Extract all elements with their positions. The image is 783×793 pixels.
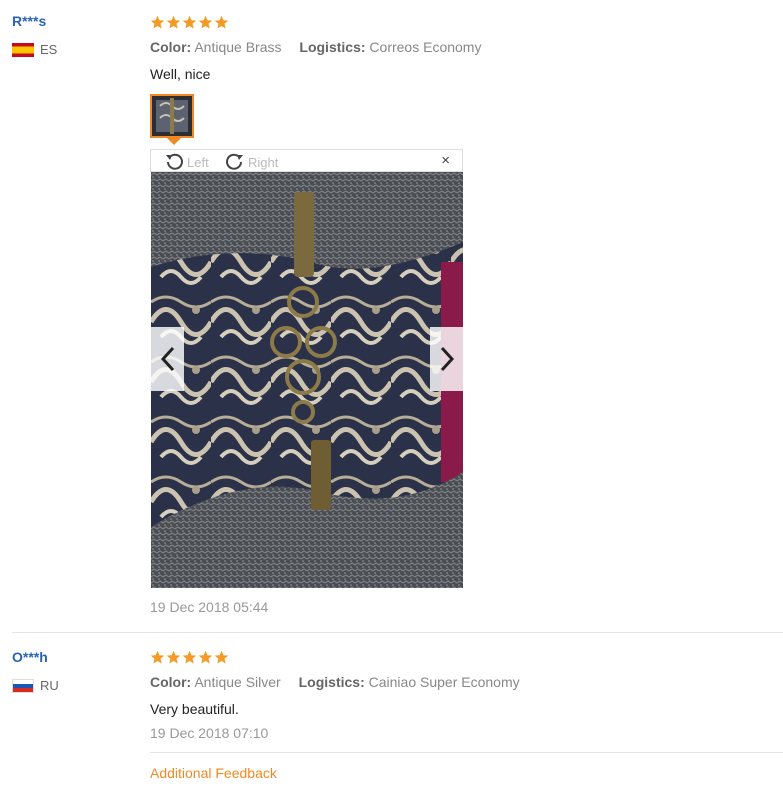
rotate-right-button[interactable]: Right bbox=[223, 152, 278, 172]
star-icon bbox=[214, 650, 229, 664]
review-photo-thumbnail[interactable] bbox=[150, 94, 194, 138]
spain-flag-icon bbox=[12, 42, 34, 57]
close-icon[interactable]: × bbox=[441, 152, 450, 169]
product-attributes: Color: Antique Silver Logistics: Cainiao… bbox=[150, 674, 520, 690]
star-icon bbox=[182, 15, 197, 29]
star-rating bbox=[150, 15, 229, 30]
chevron-right-icon bbox=[440, 346, 454, 372]
rotate-left-label: Left bbox=[187, 154, 209, 170]
logistics-value: Cainiao Super Economy bbox=[368, 674, 520, 690]
chevron-left-icon bbox=[160, 346, 174, 372]
feedback-divider bbox=[150, 752, 783, 753]
star-icon bbox=[150, 650, 165, 664]
review-text: Very beautiful. bbox=[150, 701, 239, 717]
russia-flag-icon bbox=[12, 678, 34, 693]
star-rating bbox=[150, 650, 229, 665]
country-code: ES bbox=[40, 42, 58, 57]
review-date: 19 Dec 2018 07:10 bbox=[150, 725, 269, 741]
color-label: Color: bbox=[150, 39, 192, 55]
review-divider bbox=[12, 632, 783, 633]
star-icon bbox=[198, 15, 213, 29]
star-icon bbox=[166, 15, 181, 29]
product-attributes: Color: Antique Brass Logistics: Correos … bbox=[150, 39, 481, 55]
review-date: 19 Dec 2018 05:44 bbox=[150, 599, 269, 615]
thumbnail-pointer bbox=[167, 138, 181, 145]
review-photo bbox=[151, 172, 463, 588]
next-image-button[interactable] bbox=[430, 327, 463, 391]
logistics-label: Logistics: bbox=[298, 674, 365, 690]
color-value: Antique Silver bbox=[194, 674, 281, 690]
reviewer-name[interactable]: R***s bbox=[12, 13, 46, 29]
logistics-label: Logistics: bbox=[299, 39, 366, 55]
color-label: Color: bbox=[150, 674, 192, 690]
star-icon bbox=[182, 650, 197, 664]
reviewer-country: ES bbox=[12, 42, 57, 57]
reviewer-name[interactable]: O***h bbox=[12, 649, 48, 665]
star-icon bbox=[214, 15, 229, 29]
rotate-right-label: Right bbox=[248, 154, 279, 170]
color-value: Antique Brass bbox=[194, 39, 282, 55]
image-viewer-toolbar: Left Right × bbox=[150, 149, 463, 172]
star-icon bbox=[166, 650, 181, 664]
reviewer-country: RU bbox=[12, 678, 59, 693]
rotate-right-icon bbox=[226, 153, 243, 170]
previous-image-button[interactable] bbox=[151, 327, 184, 391]
country-code: RU bbox=[40, 678, 59, 693]
review-text: Well, nice bbox=[150, 66, 211, 82]
star-icon bbox=[198, 650, 213, 664]
rotate-left-icon bbox=[166, 153, 183, 170]
rotate-left-button[interactable]: Left bbox=[162, 152, 209, 172]
star-icon bbox=[150, 15, 165, 29]
logistics-value: Correos Economy bbox=[369, 39, 482, 55]
additional-feedback-link[interactable]: Additional Feedback bbox=[150, 765, 277, 781]
